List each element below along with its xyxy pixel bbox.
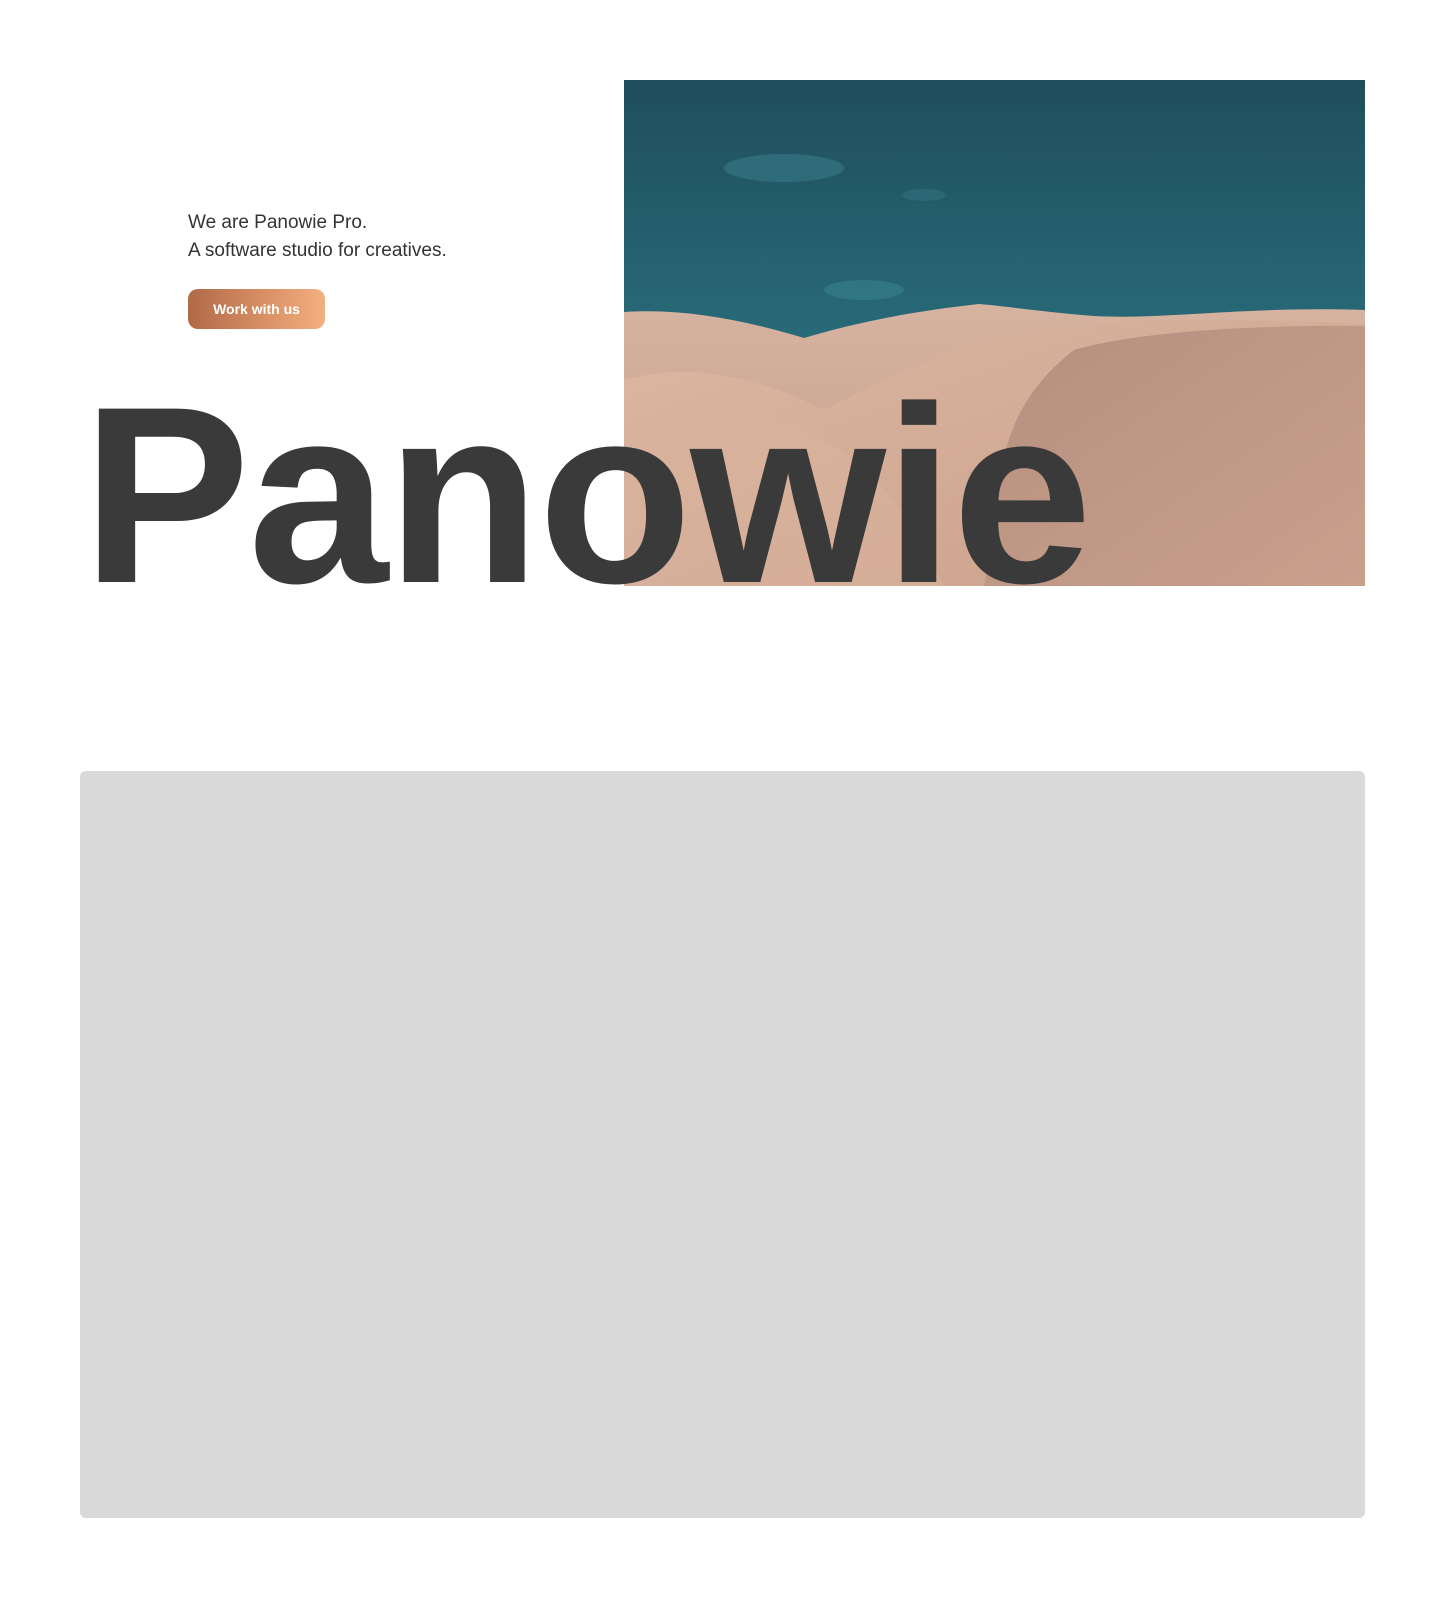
tagline-line-1: We are Panowie Pro. — [188, 212, 368, 233]
content-placeholder-panel — [80, 771, 1365, 1518]
hero-tagline: We are Panowie Pro. A software studio fo… — [188, 209, 447, 265]
work-with-us-button[interactable]: Work with us — [188, 289, 325, 329]
brand-wordmark: Panowie — [82, 355, 1092, 636]
tagline-line-2: A software studio for creatives. — [188, 240, 447, 261]
